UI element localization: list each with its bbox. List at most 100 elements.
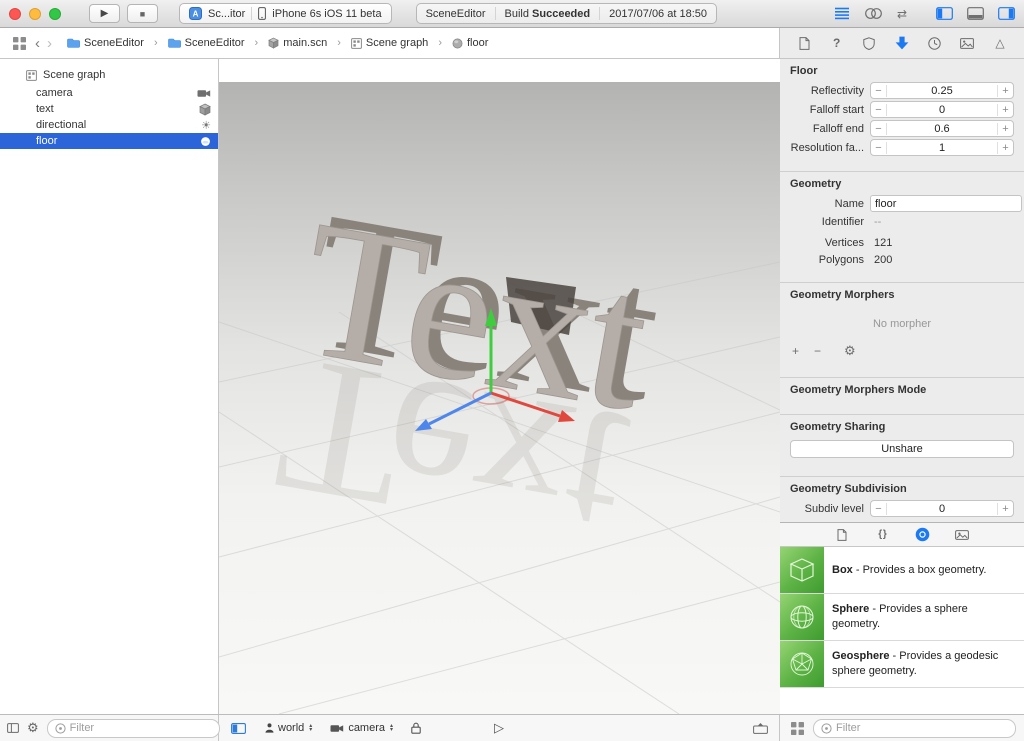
toolbar-right-controls: ⇄ xyxy=(833,5,1015,23)
transform-space-popup[interactable]: world ▴ ▾ xyxy=(265,722,312,734)
decrement-button[interactable]: − xyxy=(871,84,887,97)
debug-area-toggle-button[interactable] xyxy=(966,5,984,23)
stepper-value[interactable]: 0.6 xyxy=(887,123,997,135)
gear-icon[interactable]: ⚙ xyxy=(844,343,856,359)
camera-popup[interactable]: camera ▴ ▾ xyxy=(330,722,393,734)
increment-button[interactable]: + xyxy=(997,103,1013,116)
increment-button[interactable]: + xyxy=(997,141,1013,154)
file-inspector-tab[interactable] xyxy=(795,34,813,52)
section-title: Geometry Morphers Mode xyxy=(790,384,927,396)
entity-filter-icon[interactable] xyxy=(7,719,19,737)
run-button[interactable]: ▶ xyxy=(89,4,120,23)
increment-button[interactable]: + xyxy=(997,84,1013,97)
decrement-button[interactable]: − xyxy=(871,103,887,116)
version-editor-button[interactable]: ⇄ xyxy=(897,7,907,21)
stop-button[interactable]: ■ xyxy=(127,4,158,23)
close-window-button[interactable] xyxy=(9,7,21,20)
preview-play-button[interactable]: ▷ xyxy=(494,720,504,736)
library-panel-toggle[interactable] xyxy=(751,719,769,737)
stepper-value[interactable]: 0.25 xyxy=(887,85,997,97)
node-label: floor xyxy=(36,135,58,147)
navigator-filter-input[interactable] xyxy=(69,722,212,734)
scene-node-text[interactable]: text xyxy=(0,101,218,117)
object-library-tab[interactable] xyxy=(914,527,930,543)
identifier-value: -- xyxy=(874,215,882,228)
library-filter-field[interactable] xyxy=(813,718,1016,738)
identity-inspector-tab[interactable] xyxy=(860,34,878,52)
stepper-value[interactable]: 0 xyxy=(887,503,997,515)
scene-editor-viewport[interactable]: Text Text Text xyxy=(219,59,780,714)
zoom-window-button[interactable] xyxy=(49,7,61,20)
scene-inspector-tab[interactable] xyxy=(958,34,976,52)
node-label: text xyxy=(36,103,54,115)
falloff-start-stepper[interactable]: − 0 + xyxy=(870,101,1014,118)
library-item-box[interactable]: Box - Provides a box geometry. xyxy=(780,547,1024,594)
inspectors-toggle-button[interactable] xyxy=(997,5,1015,23)
scene-graph-root[interactable]: Scene graph xyxy=(0,65,218,85)
reflectivity-stepper[interactable]: − 0.25 + xyxy=(870,82,1014,99)
stepper-value[interactable]: 1 xyxy=(887,142,997,154)
device-name[interactable]: iPhone 6s iOS 11 beta xyxy=(272,8,381,20)
breadcrumb-item[interactable]: floor xyxy=(452,37,488,49)
field-label: Falloff start xyxy=(809,103,864,116)
scene-node-camera[interactable]: camera xyxy=(0,85,218,101)
forward-button[interactable]: › xyxy=(47,36,52,51)
scene-3d-canvas[interactable]: Text Text Text xyxy=(219,82,780,714)
library-filter-input[interactable] xyxy=(836,722,1008,734)
breadcrumb-item[interactable]: SceneEditor xyxy=(67,37,144,49)
resolution-factor-stepper[interactable]: − 1 + xyxy=(870,139,1014,156)
box-geometry-icon xyxy=(780,547,824,593)
media-library-tab[interactable] xyxy=(954,527,970,543)
remove-morpher-button[interactable]: − xyxy=(814,344,821,358)
stepper-value[interactable]: 0 xyxy=(887,104,997,116)
unshare-button[interactable]: Unshare xyxy=(790,440,1014,458)
scene-node-directional[interactable]: directional ☀ xyxy=(0,117,218,133)
breadcrumb-item[interactable]: SceneEditor xyxy=(167,37,245,49)
increment-button[interactable]: + xyxy=(997,502,1013,515)
scheme-name[interactable]: Sc...itor xyxy=(208,8,245,20)
increment-button[interactable]: + xyxy=(997,122,1013,135)
scene-node-floor[interactable]: floor xyxy=(0,133,218,149)
breadcrumb-item[interactable]: Scene graph xyxy=(351,37,428,49)
assistant-editor-button[interactable] xyxy=(865,5,883,23)
library-grid-view-icon[interactable] xyxy=(788,719,806,737)
decrement-button[interactable]: − xyxy=(871,122,887,135)
device-icon xyxy=(258,7,267,20)
overlay-panel-toggle[interactable] xyxy=(229,719,247,737)
camera-lock-button[interactable] xyxy=(411,722,421,734)
falloff-end-row: Falloff end − 0.6 + xyxy=(780,119,1024,138)
breadcrumb-item[interactable]: main.scn xyxy=(268,37,327,49)
library-item-sphere[interactable]: Sphere - Provides a sphere geometry. xyxy=(780,594,1024,641)
library-bottom-bar xyxy=(780,715,1024,741)
file-template-library-tab[interactable] xyxy=(834,527,850,543)
geometry-name-field[interactable] xyxy=(870,195,1022,212)
minimize-window-button[interactable] xyxy=(29,7,41,20)
subdiv-level-stepper[interactable]: − 0 + xyxy=(870,500,1014,517)
library-item-list[interactable]: Box - Provides a box geometry. Sphere - … xyxy=(780,547,1024,714)
node-inspector-tab[interactable]: △ xyxy=(991,34,1009,52)
decrement-button[interactable]: − xyxy=(871,502,887,515)
scheme-selector[interactable]: A Sc...itor iPhone 6s iOS 11 beta xyxy=(179,3,392,24)
physics-inspector-tab[interactable] xyxy=(926,34,944,52)
add-morpher-button[interactable]: + xyxy=(792,344,799,358)
lock-icon xyxy=(411,722,421,734)
scene-3d-render: Text Text Text xyxy=(219,172,780,714)
code-snippet-library-tab[interactable]: { } xyxy=(874,527,890,543)
falloff-end-stepper[interactable]: − 0.6 + xyxy=(870,120,1014,137)
standard-editor-button[interactable] xyxy=(833,5,851,23)
section-title: Geometry Subdivision xyxy=(790,483,907,495)
viewport-bottom-bar: world ▴ ▾ camera ▴ ▾ ▷ xyxy=(219,715,780,741)
library-item-geosphere[interactable]: Geosphere - Provides a geodesic sphere g… xyxy=(780,641,1024,688)
back-button[interactable]: ‹ xyxy=(35,36,40,51)
gear-icon[interactable]: ⚙ xyxy=(27,720,39,736)
attributes-inspector-tab[interactable] xyxy=(893,34,911,52)
navigator-filter-field[interactable] xyxy=(46,718,220,738)
navigator-toggle-button[interactable] xyxy=(935,5,953,23)
breadcrumb-separator: › xyxy=(337,37,341,49)
related-items-button[interactable] xyxy=(10,34,28,52)
scene-icon xyxy=(26,69,37,81)
subdiv-level-row: Subdiv level − 0 + xyxy=(780,499,1024,518)
decrement-button[interactable]: − xyxy=(871,141,887,154)
quick-help-inspector-tab[interactable]: ? xyxy=(828,34,846,52)
geometry-sharing-section: Geometry Sharing Unshare xyxy=(780,414,1024,468)
